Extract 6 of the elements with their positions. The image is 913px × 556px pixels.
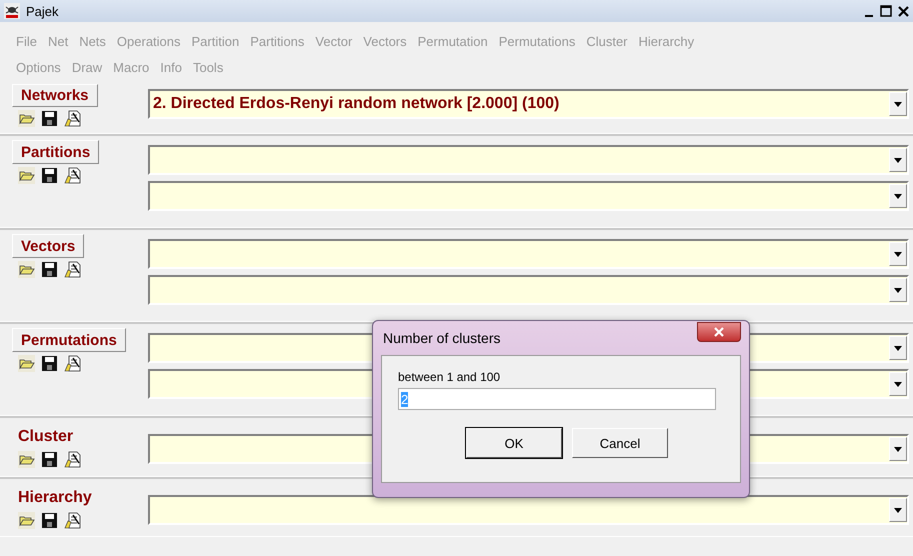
- section-label: Cluster: [17, 427, 74, 447]
- dialog-title: Number of clusters: [382, 330, 500, 346]
- dropdown-value: 2. Directed Erdos-Renyi random network [2.000] (100): [153, 95, 560, 113]
- window-title: Pajek: [26, 4, 59, 18]
- section-label: Hierarchy: [17, 488, 93, 508]
- prompt-label: between 1 and 100: [398, 370, 502, 386]
